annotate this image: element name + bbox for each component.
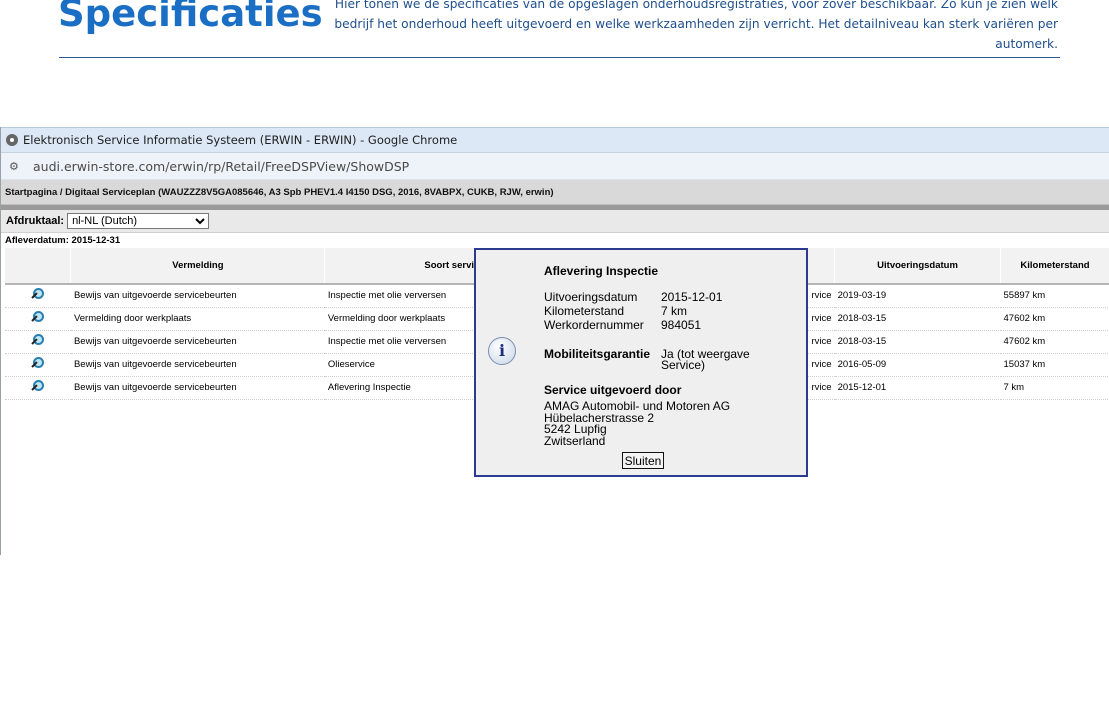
- magnifier-icon[interactable]: [31, 333, 45, 347]
- label-uitvoeringsdatum: Uitvoeringsdatum: [544, 290, 638, 304]
- value-werkordernummer: 984051: [661, 318, 702, 332]
- site-info-icon[interactable]: ⚙: [9, 160, 23, 173]
- cell-datum: 2018-03-15: [834, 330, 1001, 354]
- dialog-title: Aflevering Inspectie: [544, 264, 659, 278]
- print-language-label: Afdruktaal:: [6, 215, 65, 227]
- cell-km: 55897 km: [1000, 284, 1109, 308]
- cell-km: 15037 km: [1000, 353, 1109, 377]
- row-detail-cell[interactable]: [5, 353, 71, 377]
- magnifier-icon[interactable]: [31, 310, 45, 324]
- cell-datum: 2019-03-19: [834, 284, 1001, 308]
- col-header-vermelding[interactable]: Vermelding: [70, 248, 326, 285]
- service-provider-address: AMAG Automobil- und Motoren AG Hübelache…: [544, 400, 730, 448]
- breadcrumb-text[interactable]: Startpagina / Digitaal Serviceplan (WAUZ…: [5, 187, 554, 198]
- detail-dialog: i Aflevering Inspectie Uitvoeringsdatum 2…: [474, 248, 808, 477]
- field-uitvoeringsdatum: Uitvoeringsdatum 2015-12-01: [544, 290, 722, 304]
- address-line: Zwitserland: [544, 433, 606, 448]
- print-language-row: Afdruktaal: nl-NL (Dutch): [1, 210, 1109, 233]
- magnifier-icon[interactable]: [31, 287, 45, 301]
- cell-vermelding: Bewijs van uitgevoerde servicebeurten: [70, 284, 325, 308]
- field-werkordernummer: Werkordernummer 984051: [544, 318, 701, 332]
- field-mobiliteitsgarantie: Mobiliteitsgarantie Ja (tot weergave: [544, 347, 750, 361]
- row-detail-cell[interactable]: [5, 376, 71, 400]
- browser-titlebar[interactable]: Elektronisch Service Informatie Systeem …: [1, 127, 1109, 153]
- cell-km: 47602 km: [1000, 307, 1109, 331]
- value-mobiliteitsgarantie-line2: Service): [661, 358, 706, 372]
- close-button[interactable]: Sluiten: [622, 452, 664, 469]
- article-heading: Specificaties: [58, 0, 323, 35]
- cell-datum: 2016-05-09: [834, 353, 1001, 377]
- address-bar[interactable]: ⚙ audi.erwin-store.com/erwin/rp/Retail/F…: [1, 153, 1109, 180]
- cell-km: 7 km: [1000, 376, 1109, 400]
- row-detail-cell[interactable]: [5, 284, 71, 308]
- value-kilometerstand: 7 km: [661, 304, 688, 318]
- magnifier-icon[interactable]: [31, 356, 45, 370]
- cell-vermelding: Vermelding door werkplaats: [70, 307, 325, 331]
- cell-vermelding: Bewijs van uitgevoerde servicebeurten: [70, 376, 325, 400]
- cell-vermelding: Bewijs van uitgevoerde servicebeurten: [70, 330, 325, 354]
- chrome-icon: [6, 134, 18, 146]
- col-header-kilometerstand[interactable]: Kilometerstand: [1000, 248, 1109, 285]
- row-detail-cell[interactable]: [5, 307, 71, 331]
- delivery-date: Afleverdatum: 2015-12-31: [5, 235, 121, 246]
- breadcrumb: Startpagina / Digitaal Serviceplan (WAUZ…: [1, 180, 1109, 205]
- cell-km: 47602 km: [1000, 330, 1109, 354]
- service-provider-title: Service uitgevoerd door: [544, 383, 682, 397]
- url-text[interactable]: audi.erwin-store.com/erwin/rp/Retail/Fre…: [33, 159, 409, 174]
- cell-datum: 2015-12-01: [834, 376, 1001, 400]
- info-icon: i: [488, 337, 516, 365]
- print-language-select[interactable]: nl-NL (Dutch): [67, 213, 210, 229]
- header-divider: [59, 57, 1060, 58]
- cell-vermelding: Bewijs van uitgevoerde servicebeurten: [70, 353, 325, 377]
- window-title: Elektronisch Service Informatie Systeem …: [23, 133, 458, 147]
- field-kilometerstand: Kilometerstand 7 km: [544, 304, 687, 318]
- label-mobiliteitsgarantie: Mobiliteitsgarantie: [544, 347, 651, 361]
- col-header-icon: [5, 248, 72, 285]
- cell-datum: 2018-03-15: [834, 307, 1001, 331]
- label-werkordernummer: Werkordernummer: [544, 318, 644, 332]
- row-detail-cell[interactable]: [5, 330, 71, 354]
- label-kilometerstand: Kilometerstand: [544, 304, 625, 318]
- col-header-uitvoeringsdatum[interactable]: Uitvoeringsdatum: [834, 248, 1001, 285]
- value-uitvoeringsdatum: 2015-12-01: [661, 290, 723, 304]
- article-intro: Hier tonen we de specificaties van de op…: [334, 0, 1058, 51]
- magnifier-icon[interactable]: [31, 379, 45, 393]
